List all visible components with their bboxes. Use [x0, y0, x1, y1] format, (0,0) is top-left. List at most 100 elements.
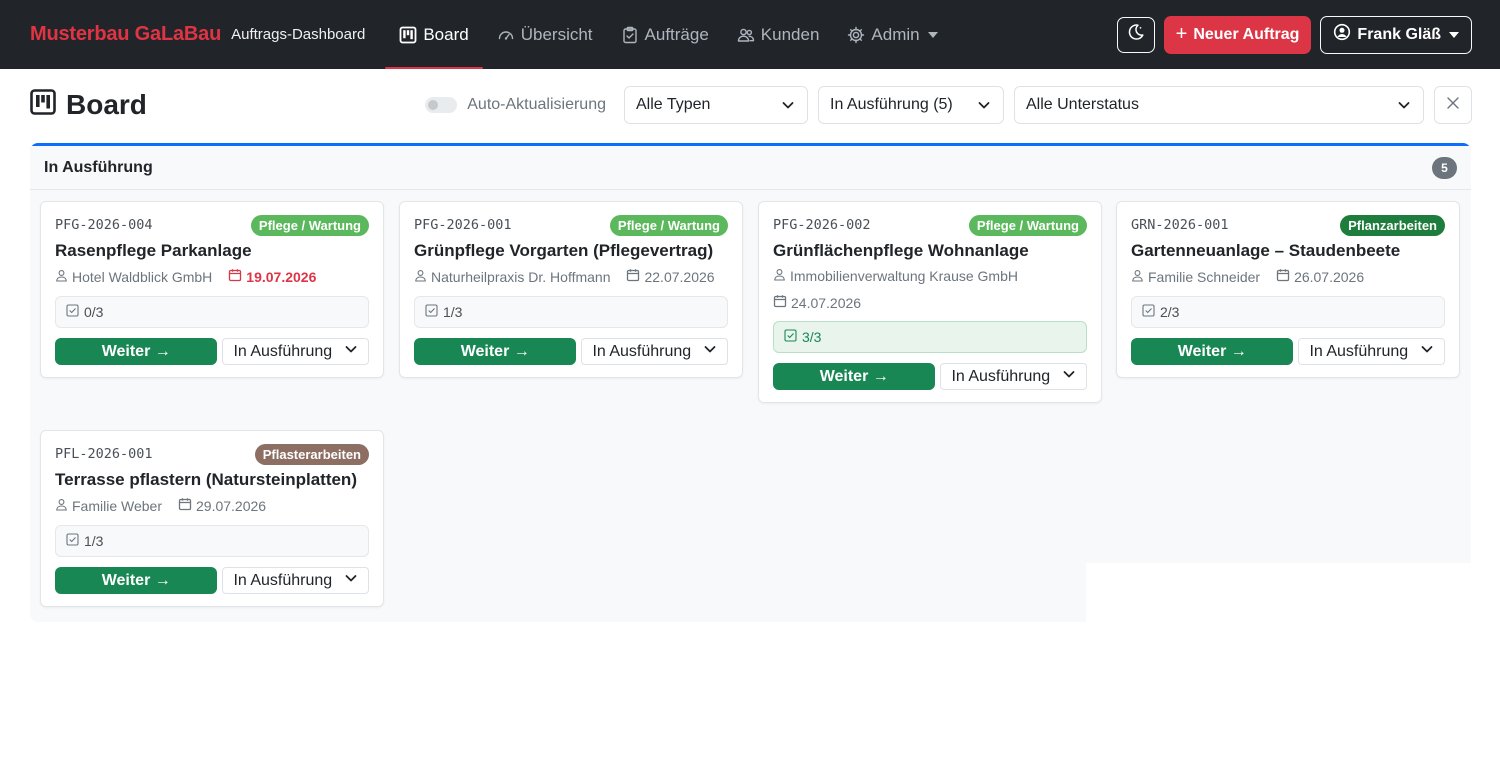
chevron-down-icon [703, 342, 717, 361]
advance-button[interactable]: Weiter → [414, 338, 577, 365]
column-title: In Ausführung [44, 158, 153, 176]
order-card[interactable]: PFG-2026-004 Pflege / Wartung Rasenpfleg… [40, 201, 384, 378]
board-column: In Ausführung 5 PFG-2026-004 Pflege / Wa… [30, 143, 1471, 622]
customer-name: Familie Schneider [1148, 268, 1261, 285]
type-filter-select[interactable]: Alle Typen [624, 86, 808, 124]
status-select-value: In Ausführung [233, 342, 333, 360]
due-date: 29.07.2026 [178, 497, 266, 514]
order-code: PFG-2026-004 [55, 217, 153, 233]
page-title: Board [30, 88, 147, 122]
auto-refresh-toggle[interactable]: Auto-Aktualisierung [425, 96, 606, 114]
status-select[interactable]: In Ausführung [222, 338, 369, 365]
type-badge: Pflege / Wartung [609, 214, 728, 236]
plus-icon: + [1175, 23, 1188, 45]
checklist-progress[interactable]: 3/3 [773, 321, 1087, 353]
customer-name: Familie Weber [72, 497, 162, 514]
brand-subtitle: Auftrags-Dashboard [231, 26, 366, 43]
order-title[interactable]: Grünflächenpflege Wohnanlage [773, 241, 1087, 261]
due-date: 19.07.2026 [228, 268, 316, 285]
status-select[interactable]: In Ausführung [940, 363, 1087, 390]
auto-refresh-label: Auto-Aktualisierung [467, 96, 606, 113]
new-order-button[interactable]: + Neuer Auftrag [1163, 15, 1312, 54]
order-code: PFL-2026-001 [55, 446, 153, 462]
nav-admin[interactable]: Admin [833, 15, 951, 55]
status-select[interactable]: In Ausführung [581, 338, 728, 365]
kanban-icon [30, 88, 56, 122]
check-square-icon [1142, 304, 1155, 320]
speedometer-icon [497, 26, 515, 44]
person-icon [55, 269, 68, 285]
chevron-down-icon [344, 571, 358, 590]
order-title[interactable]: Rasenpflege Parkanlage [55, 241, 369, 261]
order-card[interactable]: PFL-2026-001 Pflasterarbeiten Terrasse p… [40, 430, 384, 607]
clear-filter-button[interactable] [1434, 86, 1472, 124]
brand[interactable]: Musterbau GaLaBau [30, 23, 221, 46]
calendar-icon [1276, 268, 1290, 285]
checklist-progress[interactable]: 1/3 [55, 525, 369, 557]
page-header: Board Auto-Aktualisierung Alle Typen In … [30, 85, 1472, 125]
check-square-icon [66, 533, 79, 549]
user-circle-icon [1333, 23, 1351, 46]
checklist-count: 1/3 [84, 533, 104, 549]
gear-icon [847, 26, 865, 44]
customer-name: Immobilienverwaltung Krause GmbH [790, 268, 1018, 284]
navbar: Musterbau GaLaBau Auftrags-Dashboard Boa… [0, 0, 1500, 69]
due-date-text: 19.07.2026 [246, 268, 317, 285]
nav-board[interactable]: Board [385, 15, 484, 69]
order-title[interactable]: Grünpflege Vorgarten (Pflegevertrag) [414, 241, 728, 261]
due-date: 22.07.2026 [626, 268, 715, 285]
checklist-progress[interactable]: 0/3 [55, 296, 369, 328]
status-select-value: In Ausführung [592, 342, 692, 360]
status-select-value: In Ausführung [951, 367, 1051, 385]
person-icon [55, 498, 68, 514]
nav-customers-label: Kunden [760, 24, 820, 44]
chevron-down-icon [977, 98, 991, 112]
order-title[interactable]: Terrasse pflastern (Natursteinplatten) [55, 470, 369, 490]
advance-button[interactable]: Weiter → [55, 567, 218, 594]
kanban-icon [399, 26, 417, 44]
due-date-text: 24.07.2026 [791, 294, 862, 311]
moon-icon [1127, 23, 1145, 46]
advance-button[interactable]: Weiter → [773, 363, 936, 390]
checklist-progress[interactable]: 1/3 [414, 296, 728, 328]
substatus-filter-value: Alle Unterstatus [1026, 96, 1139, 113]
count-badge: 5 [1432, 156, 1457, 179]
people-icon [737, 26, 755, 44]
due-date-text: 22.07.2026 [644, 268, 715, 285]
calendar-icon [773, 294, 787, 311]
chevron-down-icon [1420, 342, 1434, 361]
customer-name: Hotel Waldblick GmbH [72, 268, 213, 285]
order-card[interactable]: PFG-2026-002 Pflege / Wartung Grünfläche… [758, 201, 1102, 403]
person-icon [773, 268, 786, 284]
status-select[interactable]: In Ausführung [222, 567, 369, 594]
status-filter-select[interactable]: In Ausführung (5) [818, 86, 1004, 124]
user-menu-button[interactable]: Frank Gläß [1320, 15, 1472, 54]
calendar-icon [228, 268, 242, 285]
nav-overview-label: Übersicht [520, 24, 593, 44]
nav-customers[interactable]: Kunden [723, 15, 834, 55]
due-date: 24.07.2026 [773, 294, 861, 311]
checklist-count: 2/3 [1160, 304, 1180, 320]
theme-toggle-button[interactable] [1116, 16, 1155, 53]
advance-button[interactable]: Weiter → [1131, 338, 1294, 365]
type-badge: Pflasterarbeiten [254, 443, 369, 465]
close-icon [1446, 96, 1460, 115]
auto-refresh-switch[interactable] [425, 97, 458, 113]
user-name: Frank Gläß [1357, 25, 1441, 43]
order-card[interactable]: PFG-2026-001 Pflege / Wartung Grünpflege… [399, 201, 743, 378]
nav-orders-label: Aufträge [644, 24, 709, 44]
nav-orders[interactable]: Aufträge [607, 15, 723, 55]
type-badge: Pflanzarbeiten [1340, 214, 1445, 236]
order-card[interactable]: GRN-2026-001 Pflanzarbeiten Gartenneuanl… [1116, 201, 1460, 378]
new-order-label: Neuer Auftrag [1193, 25, 1300, 43]
order-code: PFG-2026-001 [414, 217, 512, 233]
advance-button[interactable]: Weiter → [55, 338, 218, 365]
chevron-down-icon [1397, 98, 1411, 112]
status-select[interactable]: In Ausführung [1298, 338, 1445, 365]
substatus-filter-select[interactable]: Alle Unterstatus [1014, 86, 1424, 124]
type-badge: Pflege / Wartung [250, 214, 369, 236]
nav-overview[interactable]: Übersicht [483, 15, 607, 55]
checklist-progress[interactable]: 2/3 [1131, 296, 1445, 328]
order-title[interactable]: Gartenneuanlage – Staudenbeete [1131, 241, 1445, 261]
status-filter-value: In Ausführung (5) [830, 96, 953, 113]
